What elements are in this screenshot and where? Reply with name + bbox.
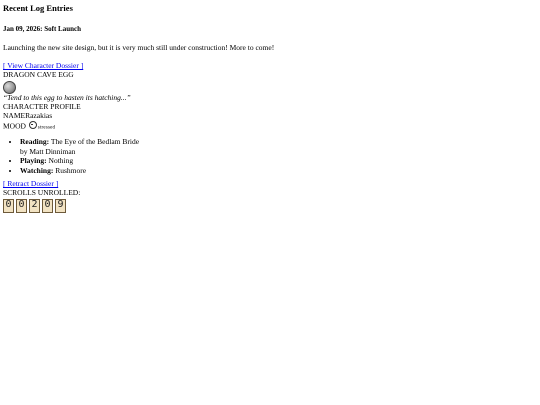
counter-digit: 9: [55, 198, 66, 213]
reading-label: Reading:: [20, 137, 50, 147]
watching-label: Watching:: [20, 165, 54, 175]
entry-text: Launching the new site design, but it is…: [3, 43, 275, 53]
mood-row: MOOD stressed: [3, 120, 537, 132]
egg-title: DRAGON CAVE EGG: [3, 70, 74, 80]
list-item-playing: Playing: Nothing: [20, 156, 537, 165]
entry-title: Jan 09, 2026: Soft Launch: [3, 24, 81, 33]
counter-digit: 0: [16, 198, 27, 213]
egg-container: [3, 80, 537, 94]
hit-counter: 0 0 2 0 9: [3, 198, 537, 213]
media-list: Reading: The Eye of the Bedlam Bride by …: [3, 137, 537, 175]
view-dossier-link[interactable]: [ View Character Dossier ]: [3, 61, 537, 70]
egg-quote: “Tend to this egg to hasten its hatching…: [3, 92, 131, 102]
playing-value: Nothing: [48, 156, 74, 166]
list-item-reading: Reading: The Eye of the Bedlam Bride by …: [20, 137, 537, 156]
counter-digit: 2: [29, 198, 40, 213]
watching-value: Rushmore: [55, 165, 87, 175]
mood-value: stressed: [37, 125, 56, 131]
reading-value: The Eye of the Bedlam Bride: [50, 137, 140, 147]
playing-label: Playing:: [20, 156, 47, 166]
counter-digit: 0: [42, 198, 53, 213]
page: Recent Log Entries Jan 09, 2026: Soft La…: [0, 0, 540, 216]
name-label: NAME: [3, 111, 26, 121]
list-item-watching: Watching: Rushmore: [20, 166, 537, 175]
dragon-egg-icon[interactable]: [3, 80, 16, 94]
retract-dossier-link[interactable]: [ Retract Dossier ]: [3, 179, 537, 188]
log-heading: Recent Log Entries: [3, 3, 73, 13]
name-value: Razakias: [25, 111, 53, 121]
name-row: NAMERazakias: [3, 111, 537, 120]
profile-title: CHARACTER PROFILE: [3, 101, 81, 111]
counter-digit: 0: [3, 198, 14, 213]
mood-label: MOOD: [3, 121, 26, 131]
mood-face-icon: [28, 120, 37, 129]
reading-author: by Matt Dinniman: [20, 146, 76, 156]
counter-label: SCROLLS UNROLLED:: [3, 188, 81, 198]
